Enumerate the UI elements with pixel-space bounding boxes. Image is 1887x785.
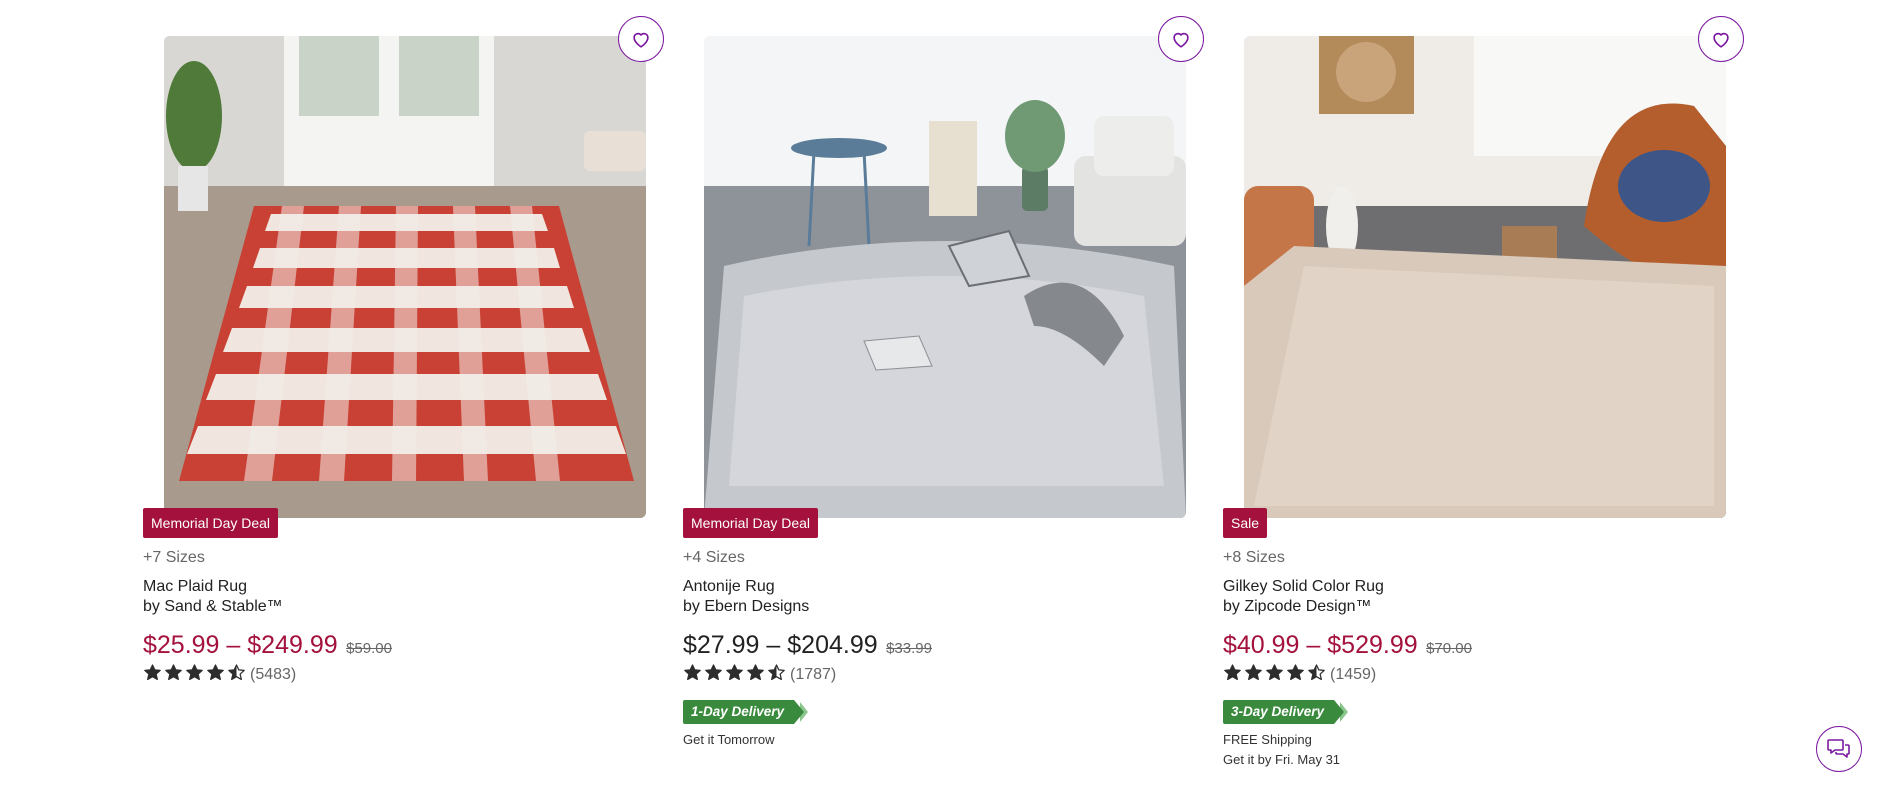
- product-brand[interactable]: by Ebern Designs: [683, 598, 809, 616]
- sizes-label[interactable]: +4 Sizes: [683, 549, 745, 567]
- product-name[interactable]: Gilkey Solid Color Rug: [1223, 578, 1384, 596]
- price-row: $27.99 – $204.99 $33.99: [683, 631, 932, 660]
- original-price: $70.00: [1426, 640, 1472, 657]
- plaid-rug-image: [164, 36, 646, 518]
- delivery-tag: 1-Day Delivery: [683, 700, 809, 724]
- review-count: (1459): [1330, 666, 1377, 683]
- product-card[interactable]: Sale +8 Sizes Gilkey Solid Color Rug by …: [1222, 0, 1744, 785]
- chat-bubbles-icon: [1827, 739, 1850, 758]
- product-brand[interactable]: by Sand & Stable™: [143, 598, 283, 616]
- delivery-badge: 3-Day Delivery: [1223, 700, 1349, 724]
- shipping-label: FREE Shipping: [1223, 732, 1312, 747]
- product-card[interactable]: Memorial Day Deal +7 Sizes Mac Plaid Rug…: [142, 0, 664, 785]
- price-row: $40.99 – $529.99 $70.00: [1223, 631, 1472, 660]
- beige-shag-rug-image: [1244, 36, 1726, 518]
- review-count: (5483): [250, 666, 297, 683]
- deal-badge: Memorial Day Deal: [683, 508, 819, 538]
- star-icon: [746, 663, 765, 687]
- star-icon: [704, 663, 723, 687]
- product-name[interactable]: Antonije Rug: [683, 578, 775, 596]
- star-icon: [1265, 663, 1284, 687]
- star-rating: [1223, 663, 1326, 687]
- star-icon: [767, 663, 786, 687]
- heart-outline-icon: [633, 32, 649, 48]
- original-price: $33.99: [886, 640, 932, 657]
- deal-badge: Memorial Day Deal: [143, 508, 279, 538]
- product-image[interactable]: [1244, 36, 1726, 518]
- review-count: (1787): [790, 666, 837, 683]
- star-icon: [185, 663, 204, 687]
- favorite-button[interactable]: [618, 16, 664, 62]
- chat-button[interactable]: [1816, 726, 1862, 772]
- star-rating: [683, 663, 786, 687]
- star-rating: [143, 663, 246, 687]
- sale-badge: Sale: [1223, 508, 1268, 538]
- star-icon: [164, 663, 183, 687]
- product-image[interactable]: [164, 36, 646, 518]
- star-icon: [1244, 663, 1263, 687]
- heart-outline-icon: [1713, 32, 1729, 48]
- star-icon: [725, 663, 744, 687]
- delivery-tag: 3-Day Delivery: [1223, 700, 1349, 724]
- star-icon: [1286, 663, 1305, 687]
- price-row: $25.99 – $249.99 $59.00: [143, 631, 392, 660]
- rating-row[interactable]: (5483): [143, 663, 296, 687]
- grey-shag-rug-image: [704, 36, 1186, 518]
- delivery-badge: 1-Day Delivery: [683, 700, 809, 724]
- star-icon: [683, 663, 702, 687]
- heart-outline-icon: [1173, 32, 1189, 48]
- favorite-button[interactable]: [1698, 16, 1744, 62]
- product-name[interactable]: Mac Plaid Rug: [143, 578, 247, 596]
- product-grid: Memorial Day Deal +7 Sizes Mac Plaid Rug…: [0, 0, 1887, 785]
- star-icon: [206, 663, 225, 687]
- price-range: $25.99 – $249.99: [143, 631, 338, 659]
- sizes-label[interactable]: +7 Sizes: [143, 549, 205, 567]
- product-card[interactable]: Memorial Day Deal +4 Sizes Antonije Rug …: [682, 0, 1204, 785]
- original-price: $59.00: [346, 640, 392, 657]
- sizes-label[interactable]: +8 Sizes: [1223, 549, 1285, 567]
- product-brand[interactable]: by Zipcode Design™: [1223, 598, 1372, 616]
- star-icon: [227, 663, 246, 687]
- price-range: $27.99 – $204.99: [683, 631, 878, 659]
- favorite-button[interactable]: [1158, 16, 1204, 62]
- delivery-estimate: Get it by Fri. May 31: [1223, 752, 1341, 767]
- rating-row[interactable]: (1787): [683, 663, 836, 687]
- price-range: $40.99 – $529.99: [1223, 631, 1418, 659]
- star-icon: [1223, 663, 1242, 687]
- star-icon: [1307, 663, 1326, 687]
- product-image[interactable]: [704, 36, 1186, 518]
- star-icon: [143, 663, 162, 687]
- delivery-estimate: Get it Tomorrow: [683, 732, 775, 747]
- rating-row[interactable]: (1459): [1223, 663, 1376, 687]
